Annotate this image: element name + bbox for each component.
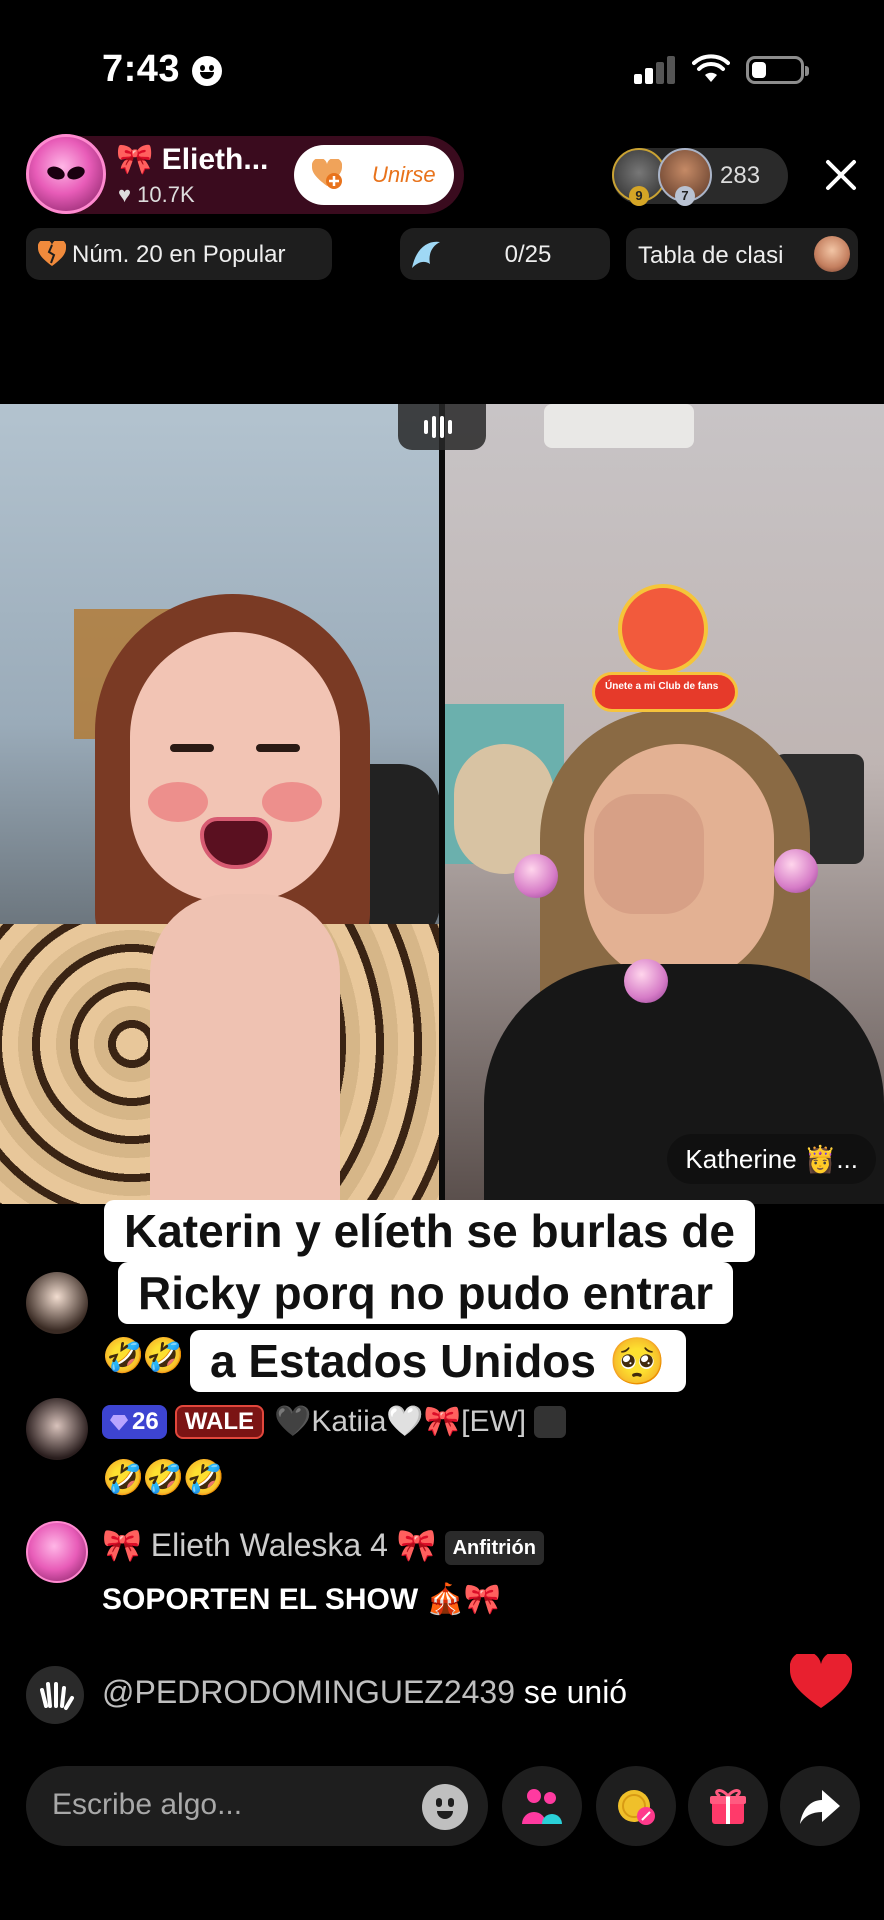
guests-icon <box>522 1789 562 1824</box>
host-avatar[interactable] <box>26 134 106 214</box>
chat-message: SOPORTEN EL SHOW 🎪🎀 <box>102 1583 502 1616</box>
like-heart-icon[interactable] <box>790 1654 852 1710</box>
leaderboard-chip[interactable]: Tabla de clasi <box>626 228 858 280</box>
chat-avatar[interactable] <box>26 1398 88 1460</box>
share-icon <box>800 1790 840 1824</box>
user-icon <box>534 1405 567 1438</box>
viewer-rank: 7 <box>675 186 695 206</box>
popular-rank-chip[interactable]: Núm. 20 en Popular <box>26 228 332 280</box>
discount-button[interactable] <box>596 1766 676 1846</box>
gift-button[interactable] <box>688 1766 768 1846</box>
leaderboard-label: Tabla de clasi <box>638 242 784 269</box>
viewer-rank: 9 <box>629 186 649 206</box>
fan-club-sticker[interactable]: Únete a mi Club de fans <box>592 584 738 734</box>
effect-orb <box>624 959 668 1003</box>
video-divider <box>439 404 445 1204</box>
caption-line: a Estados Unidos 🥺 <box>190 1330 687 1392</box>
signal-icon <box>634 56 676 84</box>
fan-club-badge: WALE <box>174 1404 265 1439</box>
level-badge: 26 <box>102 1404 167 1439</box>
caption-line: Ricky porq no pudo entrar <box>118 1262 734 1324</box>
leaderboard-avatar <box>814 236 850 272</box>
effect-orb <box>514 854 558 898</box>
join-label: Unirse <box>372 162 436 187</box>
heart-plus-icon <box>312 159 342 189</box>
smiley-icon <box>192 56 222 86</box>
status-time: 7:43 <box>102 48 181 90</box>
host-badge: Anfitrión <box>444 1530 544 1565</box>
share-button[interactable] <box>780 1766 860 1846</box>
close-icon[interactable] <box>816 150 866 200</box>
goal-progress: 0/25 <box>504 241 552 268</box>
join-username[interactable]: @PEDRODOMINGUEZ2439 <box>102 1674 515 1710</box>
wave-hand-icon <box>26 1666 84 1724</box>
top-viewers[interactable]: 9 7 283 <box>612 148 788 206</box>
split-handle[interactable] <box>398 404 486 450</box>
guest-name-tag[interactable]: Katherine 👸... <box>667 1134 876 1184</box>
emoji-icon[interactable] <box>422 1784 468 1830</box>
host-video[interactable] <box>0 404 440 1204</box>
dolphin-goal-icon <box>412 241 440 268</box>
join-notice: @PEDRODOMINGUEZ2439 se unió <box>102 1674 628 1710</box>
viewer-count: 283 <box>720 162 761 189</box>
gift-icon <box>710 1789 746 1824</box>
caption-line: Katerin y elíeth se burlas de <box>104 1200 756 1262</box>
status-bar: 7:43 <box>0 0 884 120</box>
comment-placeholder: Escribe algo... <box>52 1788 243 1821</box>
chat-user-meta[interactable]: 26 WALE 🖤Katiia🤍🎀[EW] <box>102 1404 567 1440</box>
chat-message: 🤣🤣 <box>102 1337 185 1375</box>
guests-button[interactable] <box>502 1766 582 1846</box>
fan-club-label: Únete a mi Club de fans <box>592 672 738 712</box>
gem-icon <box>110 1414 128 1431</box>
effect-orb <box>774 849 818 893</box>
guest-video[interactable]: Únete a mi Club de fans Katherine 👸... <box>444 404 884 1204</box>
chat-message: 🤣🤣🤣 <box>102 1459 225 1497</box>
host-chat-user[interactable]: 🎀 Elieth Waleska 4 🎀 Anfitrión <box>102 1526 544 1565</box>
join-button[interactable]: Unirse <box>294 145 454 205</box>
host-likes: ♥ 10.7K <box>118 182 195 207</box>
goal-chip[interactable]: 0/25 <box>400 228 610 280</box>
discount-coin-icon <box>618 1790 655 1825</box>
chat-avatar[interactable] <box>26 1521 88 1583</box>
wifi-icon <box>692 54 730 82</box>
battery-icon <box>746 56 809 84</box>
popular-rank-label: Núm. 20 en Popular <box>72 241 286 268</box>
chat-username[interactable]: 🖤Katiia🤍🎀[EW] <box>274 1404 526 1439</box>
chat-username[interactable]: 🎀 Elieth Waleska 4 🎀 <box>102 1527 437 1563</box>
chat-avatar[interactable] <box>26 1272 88 1334</box>
broken-heart-icon <box>38 241 66 266</box>
comment-input[interactable]: Escribe algo... <box>26 1766 488 1846</box>
host-name: 🎀 Elieth... <box>116 143 269 176</box>
